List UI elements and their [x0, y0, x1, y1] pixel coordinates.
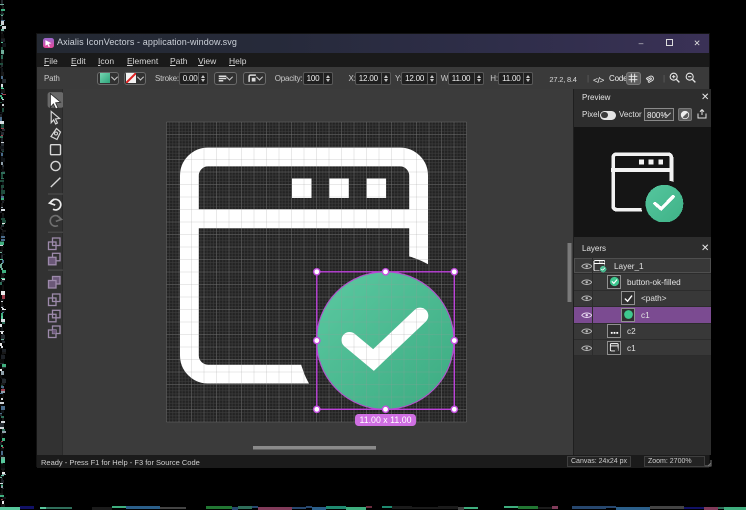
svg-text:11.00 x 11.00: 11.00 x 11.00 — [359, 415, 411, 425]
